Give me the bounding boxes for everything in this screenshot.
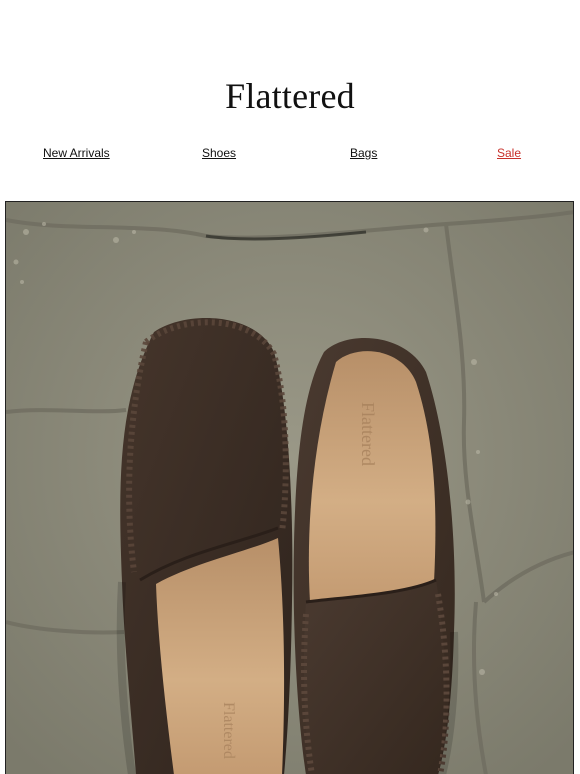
hero-image[interactable]: Flattered Flattered	[5, 201, 574, 774]
nav-new-arrivals[interactable]: New Arrivals	[43, 146, 110, 160]
main-nav: New Arrivals Shoes Bags Sale	[0, 146, 580, 164]
nav-shoes[interactable]: Shoes	[202, 146, 236, 160]
hero-loafers-photo: Flattered Flattered	[6, 202, 573, 774]
brand-logo[interactable]: Flattered	[225, 76, 355, 116]
left-insole-imprint: Flattered	[220, 702, 237, 759]
nav-sale[interactable]: Sale	[497, 146, 521, 160]
brand-logo-container: Flattered	[0, 74, 580, 118]
nav-bags[interactable]: Bags	[350, 146, 377, 160]
right-loafer: Flattered	[293, 338, 455, 774]
right-insole-imprint: Flattered	[358, 402, 378, 466]
left-loafer: Flattered	[120, 318, 293, 774]
